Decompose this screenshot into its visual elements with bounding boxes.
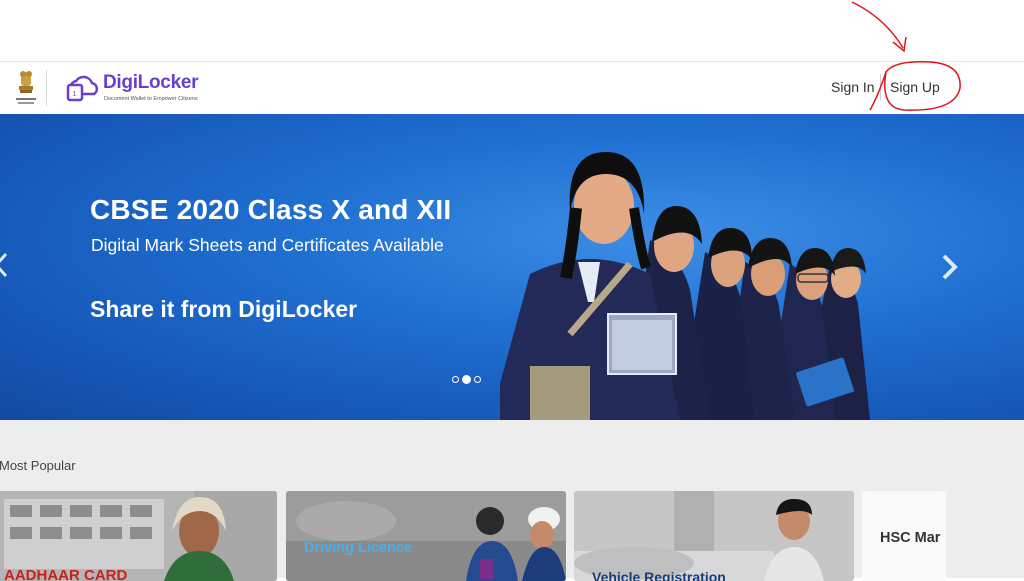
top-blank-area [0,0,1024,60]
national-emblem-icon [16,71,36,104]
logo-title[interactable]: DigiLocker [103,72,199,94]
popular-card-driving-licence[interactable]: Driving Licence [286,491,566,581]
carousel-indicators [452,375,481,384]
driving-licence-card-image [286,491,566,581]
sign-up-link[interactable]: Sign Up [890,79,940,95]
card-label: HSC Mar [880,530,941,546]
chevron-right-icon[interactable] [938,252,960,282]
hero-title: CBSE 2020 Class X and XII [90,194,452,225]
card-label: Driving Licence [304,540,412,556]
site-header: 1 DigiLocker Document Wallet to Empower … [0,61,1024,114]
vehicle-registration-card-image [574,491,854,581]
nav-separator [880,74,881,100]
header-divider [46,70,47,106]
hero-carousel: CBSE 2020 Class X and XII Digital Mark S… [0,114,1024,420]
card-label: Vehicle Registration [592,569,726,581]
carousel-dot-active[interactable] [462,375,471,384]
svg-text:1: 1 [73,91,77,98]
card-label: AADHAAR CARD [4,567,128,581]
digilocker-logo-icon[interactable]: 1 [66,72,100,102]
chevron-left-icon[interactable] [0,252,8,278]
carousel-dot[interactable] [452,376,459,383]
hero-subtitle: Digital Mark Sheets and Certificates Ava… [91,235,444,255]
logo-tagline: Document Wallet to Empower Citizens [104,96,198,102]
popular-card-vehicle-registration[interactable]: Vehicle Registration [574,491,854,581]
popular-card-hsc[interactable]: HSC Mar [862,491,946,581]
most-popular-section: Most Popular AADHAAR CARD Driving Licenc… [0,420,1024,581]
carousel-dot[interactable] [474,376,481,383]
students-image [500,152,870,420]
popular-card-aadhaar[interactable]: AADHAAR CARD [0,491,277,581]
section-title: Most Popular [0,458,76,473]
sign-in-link[interactable]: Sign In [831,79,875,95]
hero-share-text: Share it from DigiLocker [90,296,358,322]
